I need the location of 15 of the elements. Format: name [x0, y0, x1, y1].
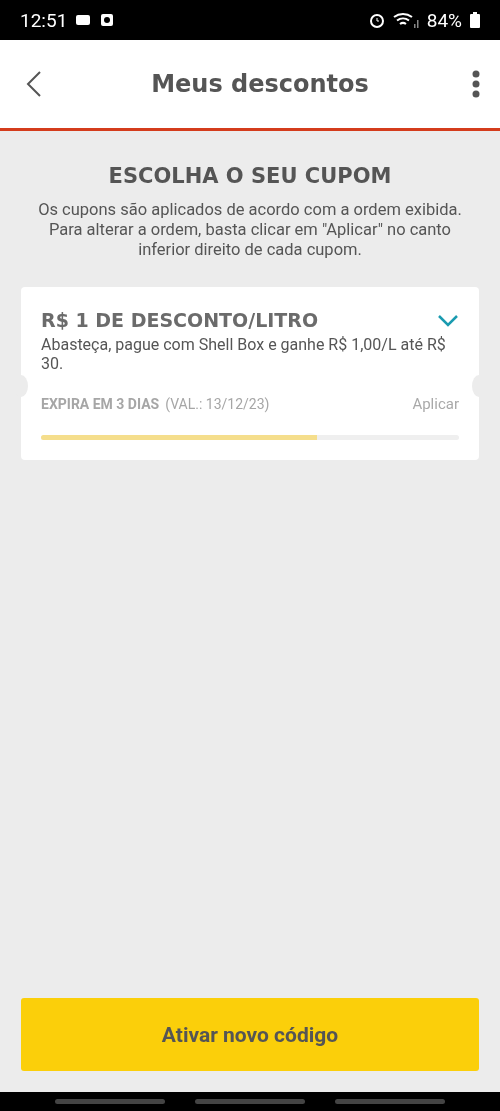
- more-options-icon[interactable]: [470, 68, 482, 100]
- coupon-description: Abasteça, pague com Shell Box e ganhe R$ 1,00/L até R$ 30.: [41, 335, 447, 373]
- intro-text: Os cupons são aplicados de acordo com a ordem exibida. Para alterar a ordem, basta clicar em "Aplicar" no canto inferior direito de cada cupom.: [37, 200, 463, 260]
- wifi-icon: [392, 12, 419, 28]
- chevron-down-icon[interactable]: [437, 313, 459, 329]
- page-title: Meus descontos: [150, 70, 370, 98]
- alarm-icon: [368, 12, 385, 28]
- battery-percent: 84%: [426, 8, 462, 32]
- coupon-title: R$ 1 DE DESCONTO/LITRO: [41, 309, 320, 331]
- status-time: 12:51: [20, 8, 68, 32]
- section-heading: ESCOLHA O SEU CUPOM: [107, 164, 393, 188]
- battery-icon: [470, 12, 480, 28]
- activate-code-button[interactable]: Ativar novo código: [21, 998, 479, 1071]
- validity-date: (VAL.: 13/12/23): [165, 396, 270, 412]
- expiry-text: EXPIRA EM 3 DIAS: [41, 396, 160, 412]
